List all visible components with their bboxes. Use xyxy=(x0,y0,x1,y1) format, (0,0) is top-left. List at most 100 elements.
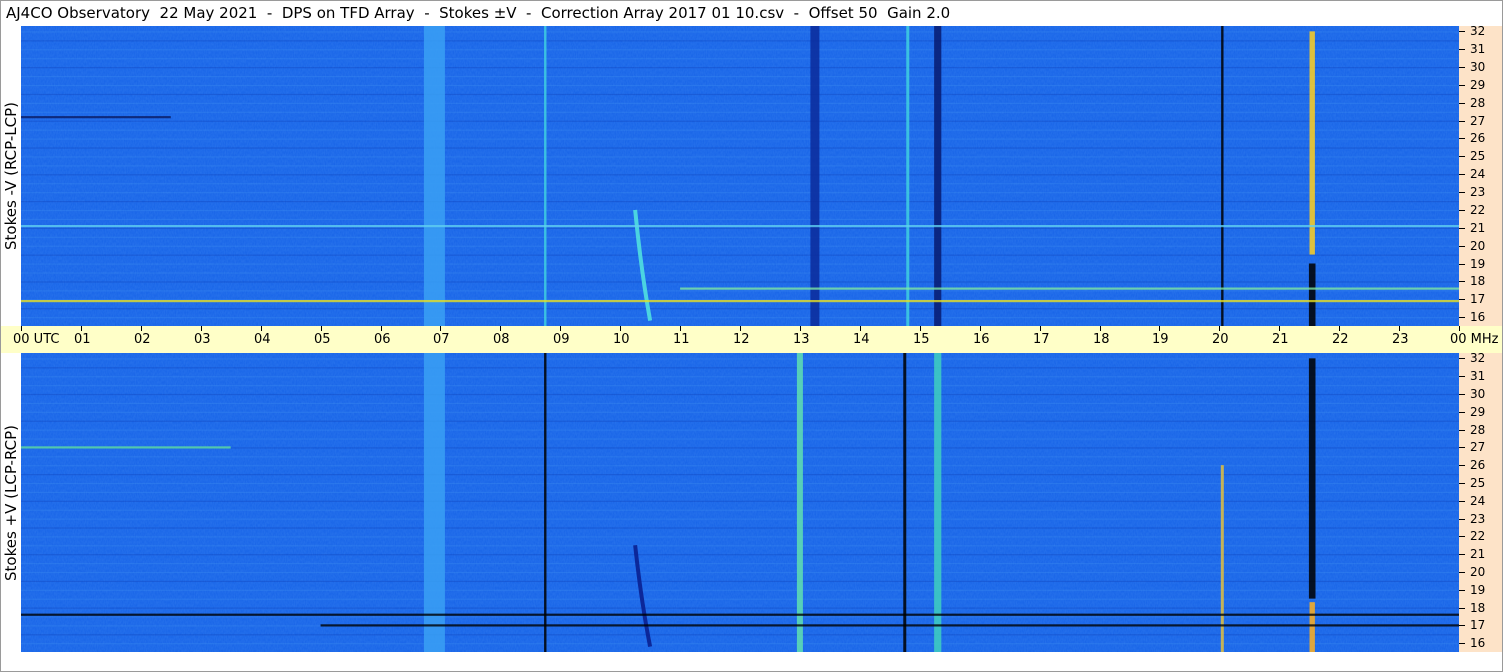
frequency-tick-label: 23 xyxy=(1470,512,1486,526)
frequency-tick-label: 26 xyxy=(1470,458,1486,472)
time-tick-mark xyxy=(201,326,202,331)
background-striation xyxy=(21,563,1459,565)
background-striation xyxy=(21,376,1459,378)
frequency-tick-mark xyxy=(1459,138,1465,139)
frequency-tick-mark xyxy=(1459,625,1465,626)
time-tick-mark xyxy=(1219,326,1220,331)
frequency-tick-mark xyxy=(1459,67,1465,68)
horizontal-interference-line xyxy=(21,446,231,449)
background-striation xyxy=(21,571,1459,574)
vertical-emission-band xyxy=(423,353,445,652)
background-striation xyxy=(21,201,1459,203)
time-tick-mark xyxy=(680,326,681,331)
time-tick-mark xyxy=(21,326,22,331)
frequency-tick-mark xyxy=(1459,264,1465,265)
background-striation xyxy=(21,589,1459,591)
background-striation xyxy=(21,76,1459,78)
background-striation xyxy=(21,49,1459,51)
background-striation xyxy=(21,236,1459,238)
time-tick-mark xyxy=(1399,326,1400,331)
background-striation xyxy=(21,554,1459,556)
vertical-emission-band xyxy=(796,353,803,652)
frequency-tick-label: 26 xyxy=(1470,131,1486,145)
horizontal-interference-line xyxy=(21,300,1459,303)
background-striation xyxy=(21,367,1459,369)
frequency-tick-mark xyxy=(1459,210,1465,211)
background-striation xyxy=(21,58,1459,60)
time-tick-mark xyxy=(1040,326,1041,331)
frequency-tick-label: 25 xyxy=(1470,149,1486,163)
spectrogram-bottom-svg xyxy=(21,353,1459,652)
top-panel-label-text: Stokes -V (RCP-LCP) xyxy=(1,102,20,250)
spectrogram-top-panel xyxy=(21,26,1459,326)
background-striation xyxy=(21,218,1459,221)
frequency-tick-label: 31 xyxy=(1470,369,1486,383)
time-tick-mark xyxy=(440,326,441,331)
vertical-emission-band xyxy=(1308,263,1316,326)
background-striation xyxy=(21,40,1459,42)
time-axis: 00 UTC 01 02 03 04 05 06 07 08 09 10 11 12 13 14 15 16 17… xyxy=(0,326,1503,353)
frequency-tick-label: 20 xyxy=(1470,239,1486,253)
frequency-tick-mark xyxy=(1459,643,1465,644)
background-striation xyxy=(21,500,1459,502)
frequency-tick-label: 20 xyxy=(1470,565,1486,579)
frequency-tick-mark xyxy=(1459,376,1465,377)
time-tick-mark xyxy=(740,326,741,331)
spectrogram-bottom-panel xyxy=(21,353,1459,652)
frequency-tick-mark xyxy=(1459,572,1465,573)
background-striation xyxy=(21,84,1459,87)
background-striation xyxy=(21,120,1459,122)
time-tick-label: 12 xyxy=(733,332,750,347)
frequency-tick-mark xyxy=(1459,465,1465,466)
background-striation xyxy=(21,545,1459,547)
frequency-tick-label: 21 xyxy=(1470,547,1486,561)
frequency-tick-mark xyxy=(1459,430,1465,431)
vertical-emission-band xyxy=(1309,31,1315,255)
background-striation xyxy=(21,598,1459,600)
frequency-tick-label: 30 xyxy=(1470,387,1486,401)
horizontal-interference-line xyxy=(21,116,171,119)
time-tick-mark xyxy=(1459,326,1460,331)
background-striation xyxy=(21,290,1459,292)
frequency-tick-label: 29 xyxy=(1470,405,1486,419)
background-striation xyxy=(21,616,1459,618)
time-tick-label: 19 xyxy=(1152,332,1169,347)
frequency-tick-mark xyxy=(1459,281,1465,282)
frequency-tick-mark xyxy=(1459,228,1465,229)
background-striation xyxy=(21,474,1459,476)
frequency-tick-mark xyxy=(1459,49,1465,50)
time-tick-label: 15 xyxy=(913,332,930,347)
background-striation xyxy=(21,420,1459,422)
background-striation xyxy=(21,465,1459,467)
frequency-tick-mark xyxy=(1459,31,1465,32)
vertical-emission-band xyxy=(1308,358,1316,599)
background-striation xyxy=(21,438,1459,440)
frequency-tick-mark xyxy=(1459,447,1465,448)
frequency-tick-mark xyxy=(1459,536,1465,537)
time-tick-label: 09 xyxy=(553,332,570,347)
horizontal-interference-line xyxy=(21,613,1459,616)
time-tick-label: 13 xyxy=(793,332,810,347)
time-tick-mark xyxy=(81,326,82,331)
background-striation xyxy=(21,447,1459,449)
frequency-tick-mark xyxy=(1459,317,1465,318)
frequency-tick-label: 31 xyxy=(1470,42,1486,56)
background-striation xyxy=(21,393,1459,396)
background-striation xyxy=(21,580,1459,583)
background-striation xyxy=(21,31,1459,33)
horizontal-interference-line xyxy=(21,225,1459,228)
time-tick-label: 20 xyxy=(1212,332,1229,347)
time-tick-mark xyxy=(860,326,861,331)
frequency-tick-label: 25 xyxy=(1470,476,1486,490)
time-tick-label: 05 xyxy=(314,332,331,347)
background-striation xyxy=(21,281,1459,283)
time-tick-label: 03 xyxy=(194,332,211,347)
background-striation xyxy=(21,93,1459,96)
time-tick-mark xyxy=(1159,326,1160,331)
vertical-emission-band xyxy=(423,26,445,326)
time-tick-label: 01 xyxy=(74,332,91,347)
background-striation xyxy=(21,245,1459,247)
background-striation xyxy=(21,254,1459,256)
frequency-tick-label: 16 xyxy=(1470,636,1486,650)
time-tick-mark xyxy=(920,326,921,331)
